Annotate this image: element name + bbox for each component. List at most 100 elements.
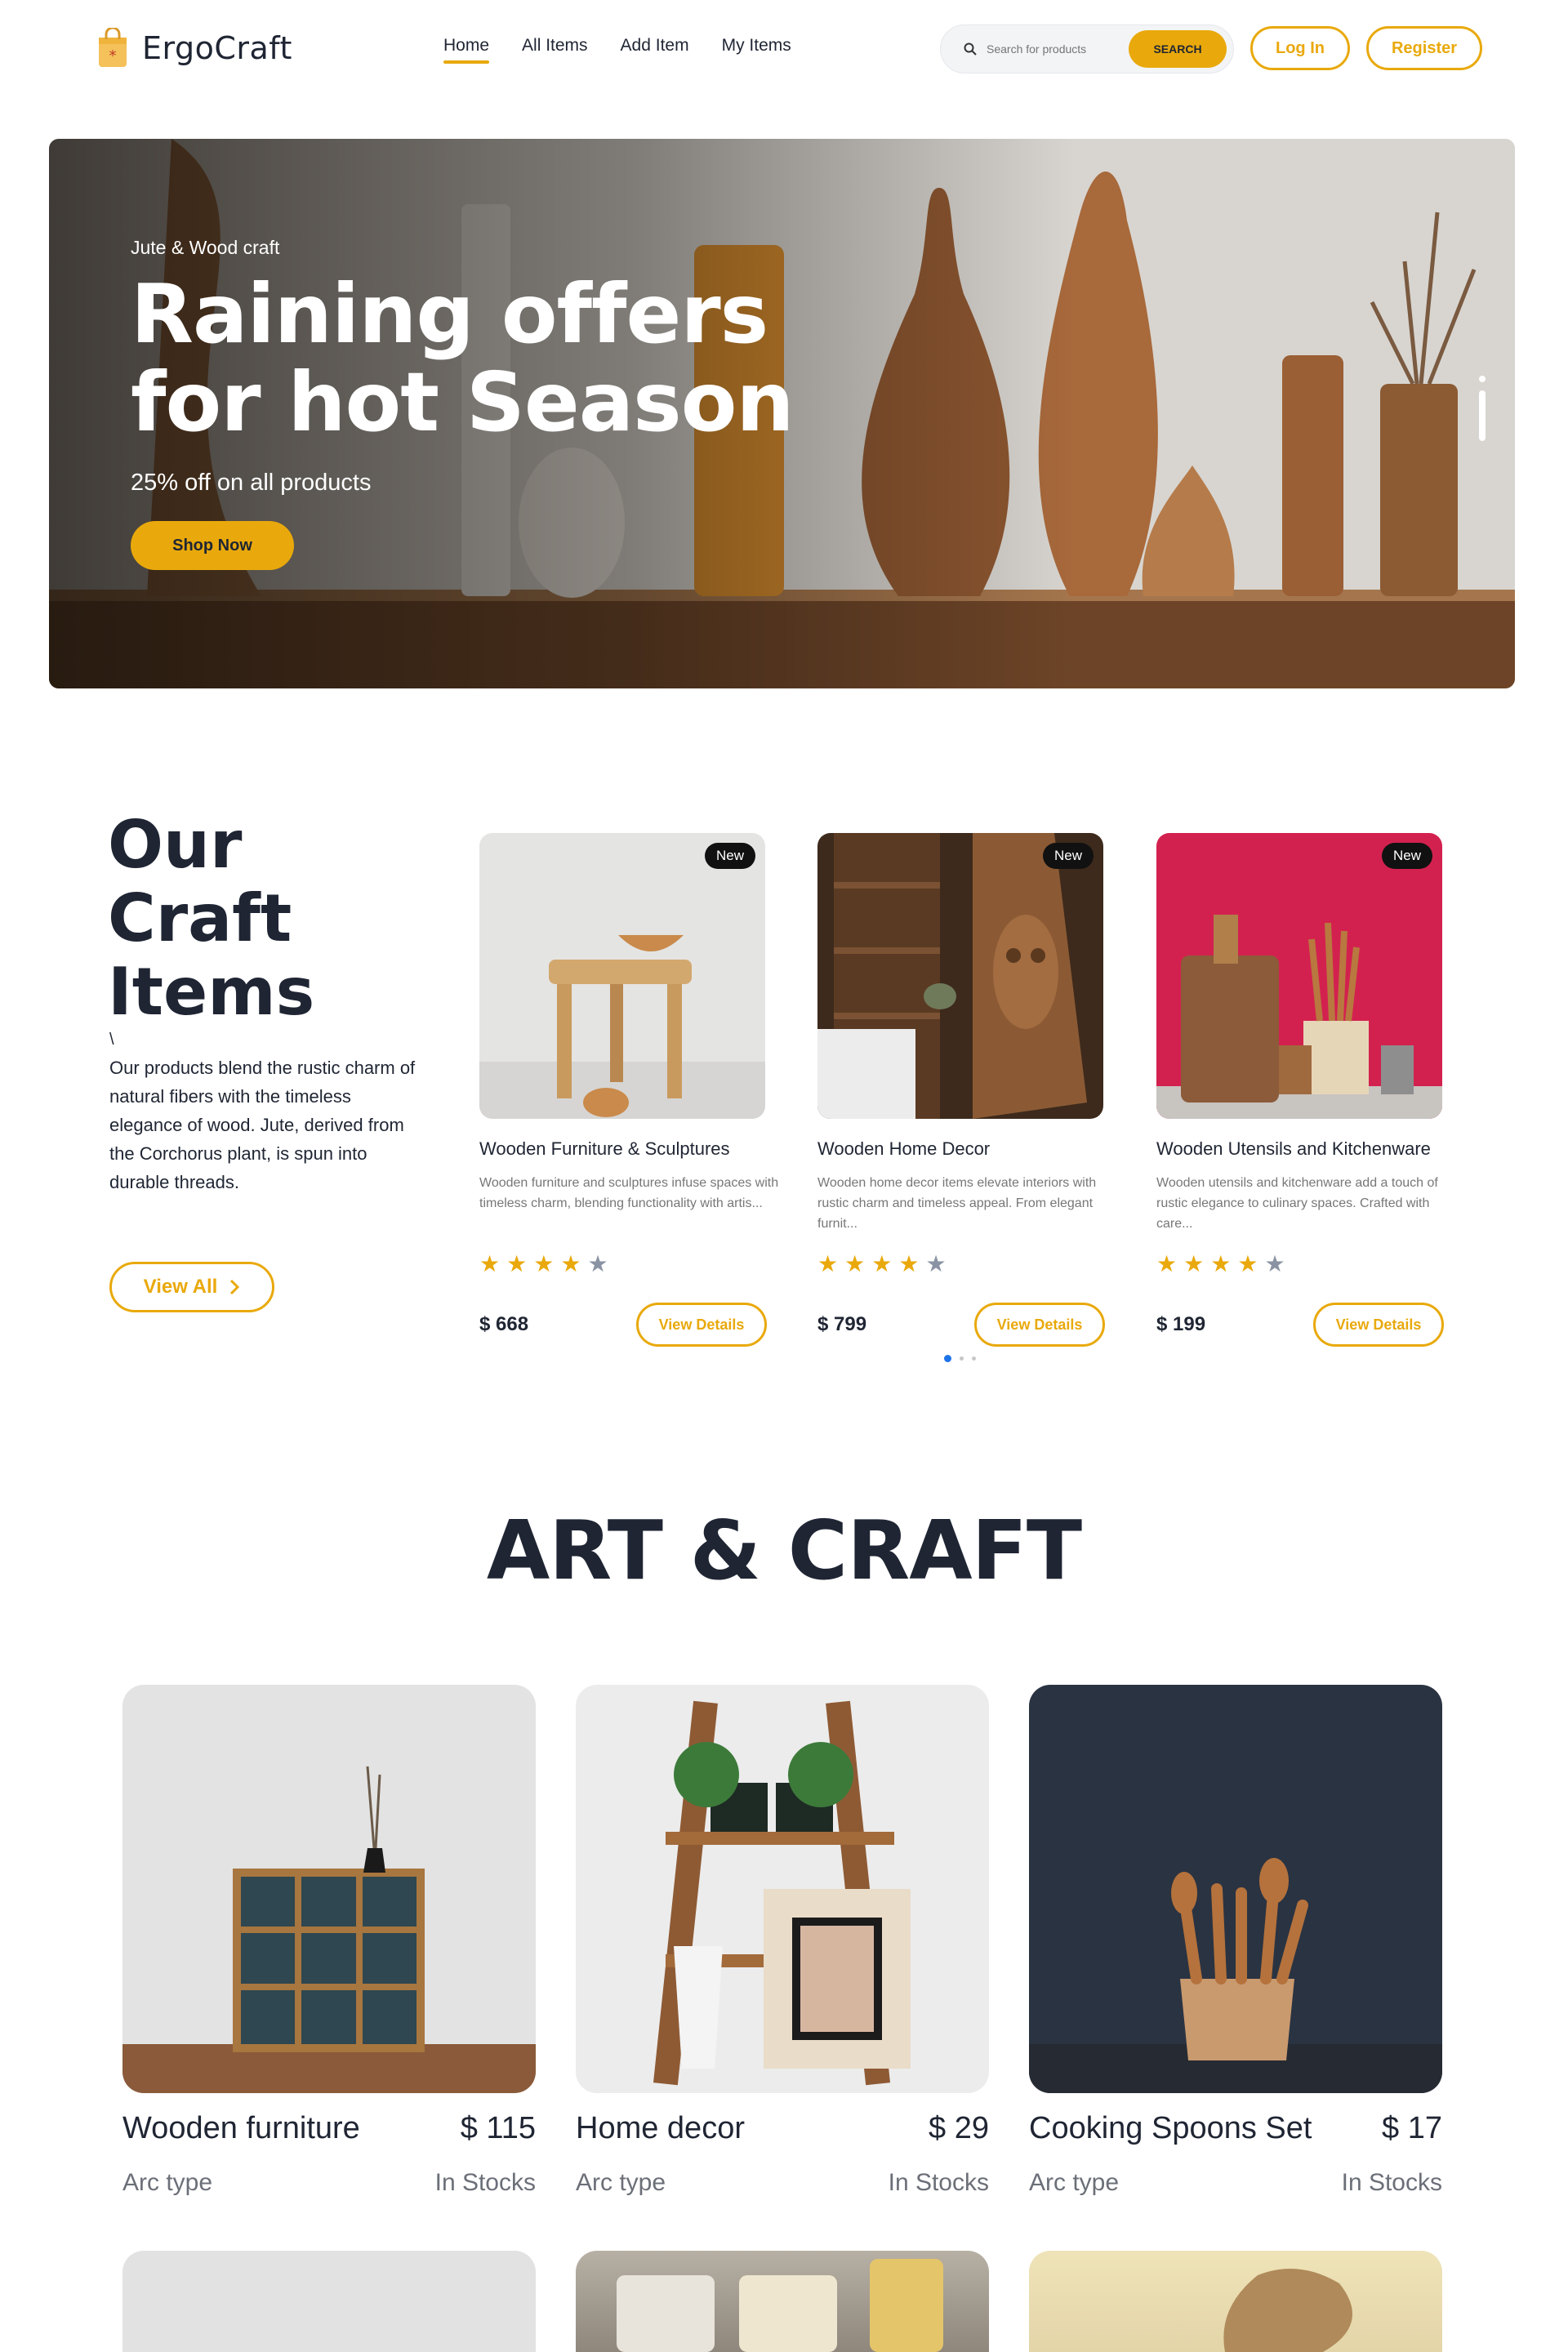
art-craft-heading: ART & CRAFT — [486, 1503, 1082, 1598]
nav-link-add-item[interactable]: Add Item — [621, 36, 689, 64]
card-image-stool[interactable]: New — [479, 833, 765, 1119]
card-title[interactable]: Wooden Furniture & Sculptures — [479, 1138, 773, 1160]
view-all-button[interactable]: View All — [109, 1262, 274, 1312]
jute-illustration — [1223, 2269, 1352, 2352]
hero-banner: Jute & Wood craft Raining offers for hot… — [49, 139, 1515, 688]
hero-title-line1: Raining offers — [131, 266, 768, 362]
product-title-row: Wooden furniture $ 115 — [122, 2111, 536, 2146]
star-empty-icon: ★ — [1264, 1251, 1285, 1276]
new-badge: New — [704, 843, 755, 869]
stock-status: In Stocks — [888, 2169, 989, 2196]
product-type: Arc type — [576, 2169, 666, 2196]
product-name[interactable]: Home decor — [576, 2111, 745, 2146]
search-button[interactable]: SEARCH — [1129, 30, 1227, 68]
stray-character: \ — [109, 1031, 114, 1049]
nav-link-home[interactable]: Home — [443, 36, 490, 64]
hero-title: Raining offers for hot Season — [131, 266, 795, 450]
pagination-dot[interactable] — [972, 1356, 976, 1361]
product-type: Arc type — [1029, 2169, 1120, 2196]
ladder-decor-illustration — [576, 1685, 989, 2093]
view-details-button[interactable]: View Details — [974, 1303, 1105, 1347]
rating-stars: ★ ★ ★ ★ ★ — [817, 1250, 1111, 1277]
star-icon: ★ — [817, 1251, 839, 1276]
star-icon: ★ — [1237, 1251, 1258, 1276]
star-icon: ★ — [1156, 1251, 1178, 1276]
shop-now-button[interactable]: Shop Now — [131, 521, 294, 570]
new-badge: New — [1381, 843, 1432, 869]
card-title[interactable]: Wooden Utensils and Kitchenware — [1156, 1138, 1450, 1160]
card-price: $ 199 — [1156, 1313, 1206, 1335]
hero-title-line2: for hot Season — [131, 354, 795, 450]
product-name[interactable]: Wooden furniture — [122, 2111, 360, 2146]
shopping-bag-icon: * — [99, 28, 127, 67]
star-empty-icon: ★ — [925, 1251, 947, 1276]
search-icon — [964, 42, 977, 56]
craft-description: Our products blend the rustic charm of n… — [109, 1058, 416, 1192]
card-image-home-decor[interactable]: New — [817, 833, 1103, 1119]
product-name[interactable]: Cooking Spoons Set — [1029, 2111, 1312, 2146]
product-image-furniture[interactable] — [122, 1685, 536, 2093]
kitchenware-illustration — [1156, 833, 1442, 1119]
product-image-partial[interactable] — [576, 2251, 989, 2352]
product-card[interactable]: Cooking Spoons Set $ 17 Arc type In Stoc… — [1029, 1685, 1442, 2197]
craft-heading-line1: Our — [108, 807, 243, 883]
star-icon: ★ — [844, 1251, 866, 1276]
stool-illustration — [479, 833, 765, 1119]
product-meta-row: Arc type In Stocks — [1029, 2169, 1442, 2197]
product-card[interactable]: Wooden furniture $ 115 Arc type In Stock… — [122, 1685, 536, 2197]
star-icon: ★ — [871, 1251, 893, 1276]
hero-slide-indicator[interactable] — [1479, 376, 1486, 441]
product-image-spoons[interactable] — [1029, 1685, 1442, 2093]
card-title[interactable]: Wooden Home Decor — [817, 1138, 1111, 1160]
product-title-row: Home decor $ 29 — [576, 2111, 989, 2146]
brand-logo[interactable]: * ErgoCraft — [96, 28, 292, 69]
product-price: $ 115 — [460, 2111, 536, 2145]
card-price: $ 799 — [817, 1313, 867, 1335]
craft-card: New Wooden Furniture & Sculptures Wooden… — [479, 833, 778, 1347]
pagination-dot[interactable] — [960, 1356, 964, 1361]
chevron-right-icon — [230, 1279, 240, 1295]
product-card[interactable]: Home decor $ 29 Arc type In Stocks — [576, 1685, 989, 2197]
search-input[interactable] — [987, 42, 1125, 56]
product-image-home-decor[interactable] — [576, 1685, 989, 2093]
main-menu: Home All Items Add Item My Items — [443, 36, 791, 64]
star-icon: ★ — [898, 1251, 920, 1276]
star-empty-icon: ★ — [587, 1251, 608, 1276]
view-details-button[interactable]: View Details — [636, 1303, 767, 1347]
card-description: Wooden utensils and kitchenware add a to… — [1156, 1176, 1438, 1231]
top-navbar: * ErgoCraft Home All Items Add Item My I… — [0, 0, 1568, 98]
star-icon: ★ — [506, 1251, 528, 1276]
rating-stars: ★ ★ ★ ★ ★ — [1156, 1250, 1450, 1277]
jars-illustration — [617, 2259, 943, 2352]
nav-link-all-items[interactable]: All Items — [522, 36, 588, 64]
card-image-kitchenware[interactable]: New — [1156, 833, 1442, 1119]
shelf-illustration — [122, 1685, 536, 2093]
craft-heading-line3: Items — [108, 954, 315, 1030]
star-icon: ★ — [560, 1251, 581, 1276]
stock-status: In Stocks — [1341, 2169, 1442, 2196]
card-price: $ 668 — [479, 1313, 529, 1335]
star-icon: ★ — [1210, 1251, 1232, 1276]
register-button[interactable]: Register — [1366, 26, 1482, 70]
product-meta-row: Arc type In Stocks — [576, 2169, 989, 2197]
slide-dot-active[interactable] — [1479, 390, 1486, 441]
carousel-pagination — [944, 1355, 976, 1362]
product-title-row: Cooking Spoons Set $ 17 — [1029, 2111, 1442, 2146]
card-description: Wooden home decor items elevate interior… — [817, 1176, 1097, 1231]
slide-dot[interactable] — [1479, 376, 1486, 382]
star-icon: ★ — [1183, 1251, 1205, 1276]
hero-text-block: Jute & Wood craft Raining offers for hot… — [131, 237, 795, 570]
svg-text:*: * — [109, 47, 117, 65]
login-button[interactable]: Log In — [1250, 26, 1350, 70]
product-meta-row: Arc type In Stocks — [122, 2169, 536, 2197]
hero-subtitle: 25% off on all products — [131, 470, 372, 496]
product-price: $ 29 — [929, 2111, 989, 2145]
craft-heading-line2: Craft — [108, 880, 292, 956]
product-image-partial[interactable] — [122, 2251, 536, 2352]
product-image-partial[interactable] — [1029, 2251, 1442, 2352]
view-all-label: View All — [143, 1276, 218, 1298]
rating-stars: ★ ★ ★ ★ ★ — [479, 1250, 773, 1277]
nav-link-my-items[interactable]: My Items — [722, 36, 791, 64]
pagination-dot-active[interactable] — [944, 1355, 951, 1362]
view-details-button[interactable]: View Details — [1313, 1303, 1444, 1347]
